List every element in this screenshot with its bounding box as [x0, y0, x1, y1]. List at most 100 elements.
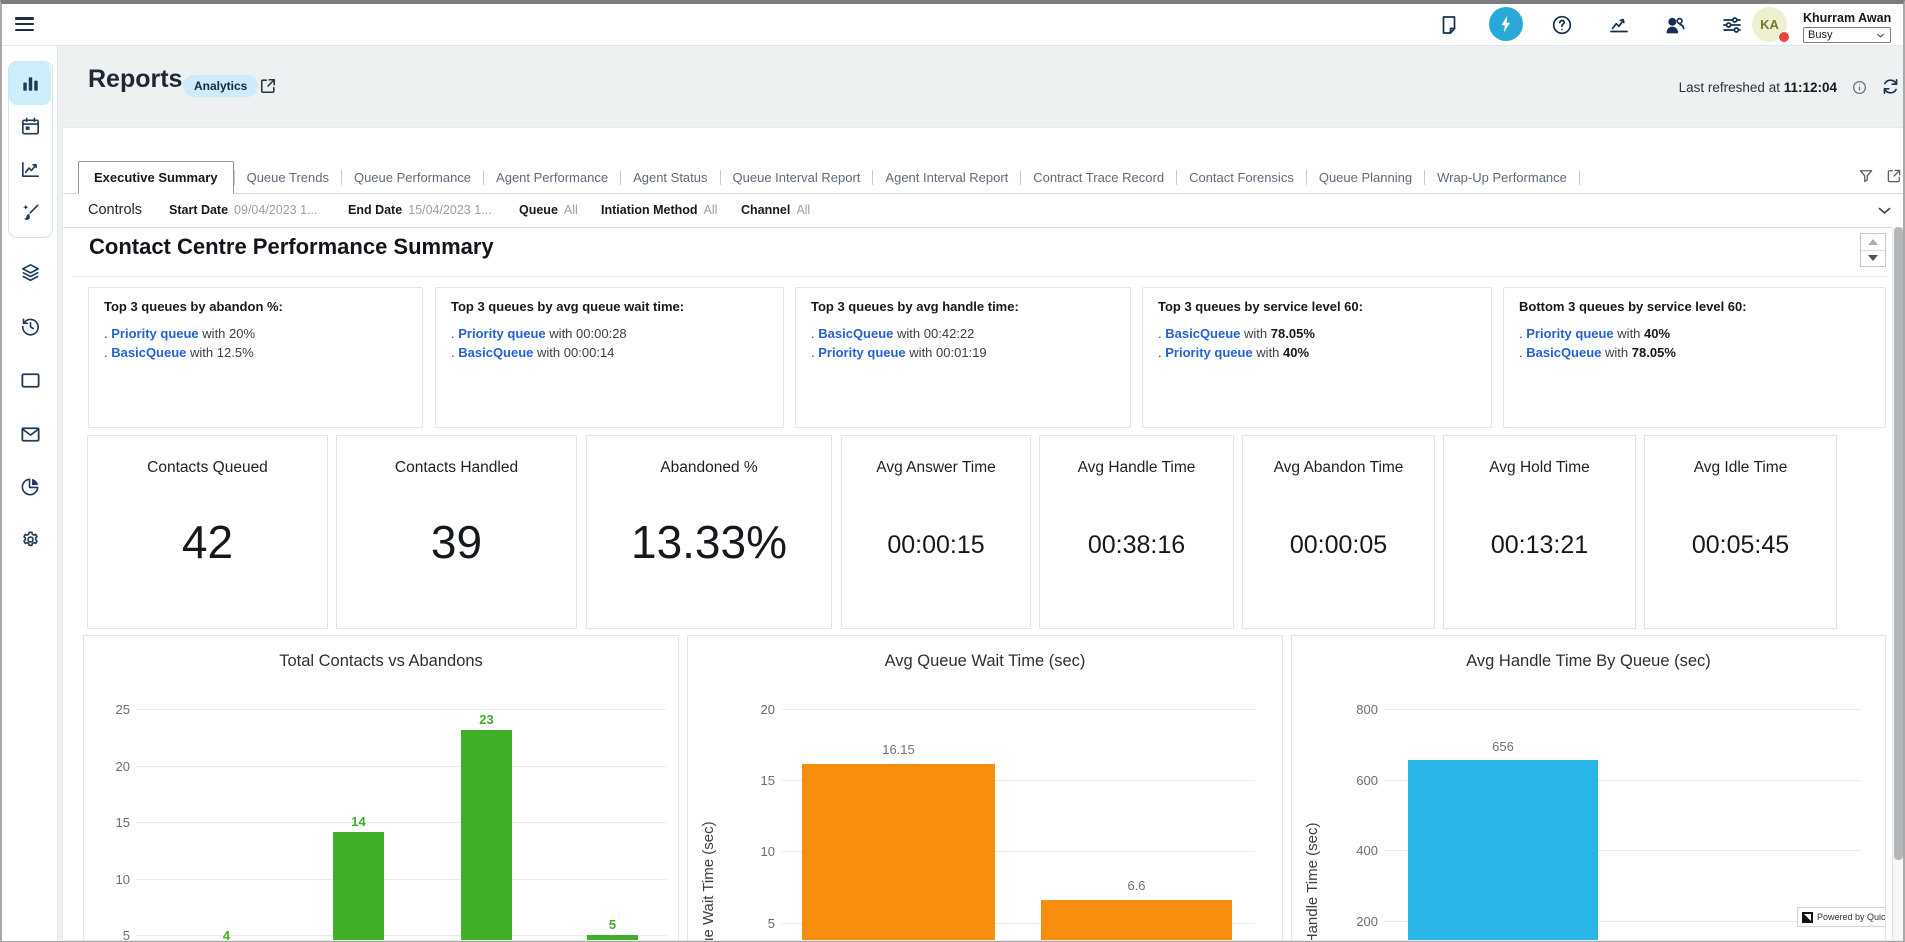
chart-bar[interactable]	[333, 832, 384, 941]
bar-value-label: 6.6	[1127, 878, 1145, 893]
filter-value: All	[564, 203, 578, 217]
powered-by-quicksight-badge[interactable]: Powered by QuickSight	[1797, 907, 1886, 927]
insight-card: Top 3 queues by service level 60:. Basic…	[1142, 287, 1492, 428]
spinner-down-button[interactable]	[1861, 250, 1885, 266]
queue-link[interactable]: Priority queue	[1165, 345, 1252, 360]
analytics-badge[interactable]: Analytics	[183, 75, 258, 97]
filter-channel[interactable]: ChannelAll	[741, 203, 810, 217]
spinner-up-button[interactable]	[1861, 234, 1885, 251]
sidebar-item-mail[interactable]	[12, 416, 48, 452]
sidebar-item-calendar[interactable]	[9, 105, 51, 148]
tab-queue-planning[interactable]: Queue Planning	[1307, 162, 1424, 193]
sidebar-item-pie-chart[interactable]	[12, 468, 48, 504]
insight-connector: with	[909, 345, 932, 360]
trend-icon[interactable]	[1607, 13, 1631, 37]
queue-link[interactable]: Priority queue	[458, 326, 545, 341]
sidebar-item-brush[interactable]	[9, 191, 51, 234]
chart-bar[interactable]	[802, 764, 995, 941]
layers-icon	[19, 261, 42, 284]
tab-queue-trends[interactable]: Queue Trends	[235, 162, 341, 193]
bar-value-label: 3	[428, 940, 435, 941]
tab-executive-summary[interactable]: Executive Summary	[78, 161, 234, 194]
insight-bullet: .	[1519, 345, 1523, 360]
people-icon[interactable]	[1663, 13, 1687, 37]
app-window: KA Khurram Awan Busy Reports Analytics L…	[0, 0, 1905, 942]
insight-bullet: .	[811, 326, 815, 341]
history-icon	[19, 315, 42, 338]
axis-tick-label: 15	[88, 815, 130, 830]
vertical-scrollbar[interactable]	[1892, 227, 1904, 940]
sliders-icon[interactable]	[1720, 13, 1744, 37]
chart-bar[interactable]	[1408, 760, 1598, 941]
filter-intiation-method[interactable]: Intiation MethodAll	[601, 203, 717, 217]
tab-contract-trace-record[interactable]: Contract Trace Record	[1021, 162, 1176, 193]
insight-bullet: .	[104, 326, 108, 341]
insight-value: 00:00:14	[564, 345, 615, 360]
chart-bar[interactable]	[587, 935, 638, 941]
insight-card: Top 3 queues by abandon %:. Priority que…	[88, 287, 423, 428]
chart-bar[interactable]	[1041, 900, 1232, 941]
kpi-label: Avg Answer Time	[842, 459, 1030, 477]
tab-agent-interval-report[interactable]: Agent Interval Report	[873, 162, 1020, 193]
y-axis-title: Avg Handle Time (sec)	[1304, 823, 1321, 941]
queue-link[interactable]: BasicQueue	[818, 326, 893, 341]
info-icon[interactable]	[1851, 79, 1868, 96]
axis-tick-label: 20	[88, 759, 130, 774]
insight-item: . Priority queue with 00:01:19	[811, 343, 1115, 362]
axis-tick-label: 25	[88, 702, 130, 717]
kpi-card-avg-handle-time: Avg Handle Time00:38:16	[1039, 435, 1234, 629]
insight-bullet: .	[1519, 326, 1523, 341]
axis-tick-label: 15	[733, 773, 775, 788]
help-icon[interactable]	[1550, 13, 1574, 37]
status-select[interactable]: Busy	[1803, 27, 1891, 43]
queue-link[interactable]: Priority queue	[111, 326, 198, 341]
tab-queue-interval-report[interactable]: Queue Interval Report	[721, 162, 873, 193]
sidebar-item-bar-chart[interactable]	[9, 62, 51, 105]
tab-agent-status[interactable]: Agent Status	[621, 162, 719, 193]
kpi-value: 00:00:15	[842, 531, 1030, 560]
queue-link[interactable]: BasicQueue	[1165, 326, 1240, 341]
sidebar	[2, 46, 58, 941]
sidebar-item-history[interactable]	[12, 308, 48, 344]
filter-queue[interactable]: QueueAll	[519, 203, 578, 217]
queue-link[interactable]: BasicQueue	[1526, 345, 1601, 360]
tab-queue-performance[interactable]: Queue Performance	[342, 162, 483, 193]
kpi-label: Avg Idle Time	[1645, 459, 1836, 477]
sidebar-item-line-chart[interactable]	[9, 148, 51, 191]
insight-item: . Priority queue with 40%	[1158, 343, 1476, 362]
tab-agent-performance[interactable]: Agent Performance	[484, 162, 620, 193]
external-link-icon[interactable]	[258, 76, 278, 96]
kpi-value: 00:38:16	[1040, 531, 1233, 560]
lightning-icon[interactable]	[1489, 7, 1523, 41]
sidebar-item-gear[interactable]	[12, 521, 48, 557]
insight-value: 00:42:22	[924, 326, 975, 341]
refresh-icon[interactable]	[1880, 76, 1901, 97]
queue-link[interactable]: BasicQueue	[111, 345, 186, 360]
line-chart-icon	[19, 158, 42, 181]
insight-connector: with	[537, 345, 560, 360]
filter-icon[interactable]	[1857, 167, 1875, 185]
axis-tick-label: 200	[1336, 914, 1378, 929]
filter-end-date[interactable]: End Date15/04/2023 1...	[348, 203, 492, 217]
insight-value: 12.5%	[217, 345, 254, 360]
controls-collapse-chevron-icon[interactable]	[1875, 201, 1894, 220]
sidebar-item-window[interactable]	[12, 362, 48, 398]
queue-link[interactable]: BasicQueue	[458, 345, 533, 360]
tab-wrap-up-performance[interactable]: Wrap-Up Performance	[1425, 162, 1579, 193]
expand-icon[interactable]	[1885, 167, 1903, 185]
filter-start-date[interactable]: Start Date09/04/2023 1...	[169, 203, 317, 217]
tab-contact-forensics[interactable]: Contact Forensics	[1177, 162, 1306, 193]
insight-card-title: Top 3 queues by avg queue wait time:	[451, 299, 768, 314]
menu-button[interactable]	[15, 17, 34, 32]
controls-label: Controls	[88, 202, 142, 218]
notes-icon[interactable]	[1437, 13, 1461, 37]
sidebar-item-layers[interactable]	[12, 254, 48, 290]
queue-link[interactable]: Priority queue	[818, 345, 905, 360]
chart-bar[interactable]	[461, 730, 512, 941]
queue-link[interactable]: Priority queue	[1526, 326, 1613, 341]
scrollbar-thumb[interactable]	[1894, 227, 1903, 860]
filter-label: Intiation Method	[601, 203, 698, 217]
quicksight-logo-icon	[1802, 912, 1813, 923]
filter-value: 09/04/2023 1...	[234, 203, 317, 217]
gridline	[136, 822, 667, 823]
